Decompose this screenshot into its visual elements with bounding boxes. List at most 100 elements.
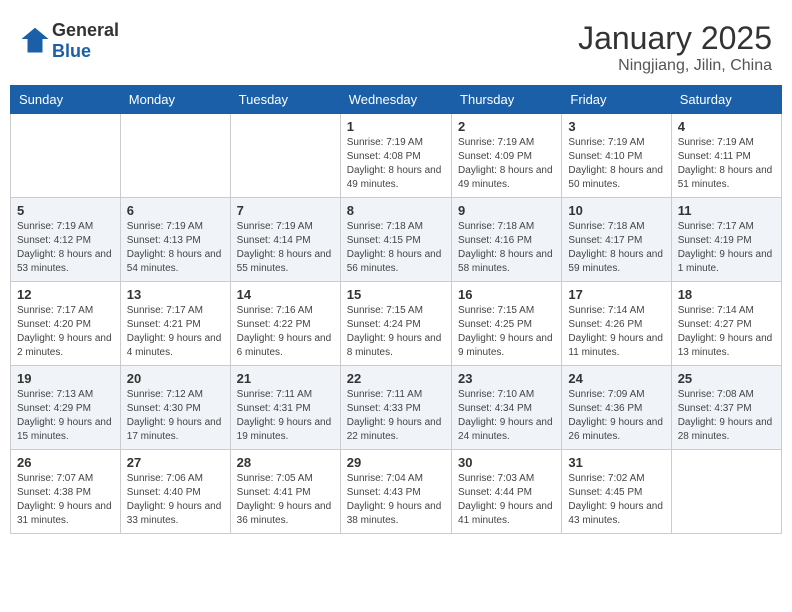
day-info: Sunrise: 7:17 AMSunset: 4:20 PMDaylight:… (17, 304, 114, 360)
header-tuesday: Tuesday (230, 86, 340, 114)
day-info: Sunrise: 7:03 AMSunset: 4:44 PMDaylight:… (458, 472, 555, 528)
week-row-1: 5 Sunrise: 7:19 AMSunset: 4:12 PMDaylight… (11, 198, 782, 282)
week-row-4: 26 Sunrise: 7:07 AMSunset: 4:38 PMDayligh… (11, 450, 782, 534)
day-number: 8 (347, 203, 445, 218)
day-info: Sunrise: 7:19 AMSunset: 4:12 PMDaylight:… (17, 220, 114, 276)
header-wednesday: Wednesday (340, 86, 451, 114)
day-number: 27 (127, 455, 224, 470)
day-cell: 29Sunrise: 7:04 AMSunset: 4:43 PMDayligh… (340, 450, 451, 534)
day-number: 20 (127, 371, 224, 386)
day-number: 16 (458, 287, 555, 302)
day-number: 14 (237, 287, 334, 302)
day-number: 2 (458, 119, 555, 134)
day-number: 12 (17, 287, 114, 302)
day-cell (120, 114, 230, 198)
day-cell: 30 Sunrise: 7:03 AMSunset: 4:44 PMDayligh… (452, 450, 562, 534)
day-info: Sunrise: 7:18 AMSunset: 4:17 PMDaylight:… (568, 220, 664, 276)
day-info: Sunrise: 7:09 AMSunset: 4:36 PMDaylight:… (568, 388, 664, 444)
day-info: Sunrise: 7:19 AMSunset: 4:08 PMDaylight:… (347, 136, 445, 192)
week-row-0: 1Sunrise: 7:19 AMSunset: 4:08 PMDaylight… (11, 114, 782, 198)
logo-icon (20, 24, 50, 54)
day-number: 4 (678, 119, 775, 134)
day-cell (230, 114, 340, 198)
day-info: Sunrise: 7:06 AMSunset: 4:40 PMDaylight:… (127, 472, 224, 528)
day-number: 3 (568, 119, 664, 134)
day-info: Sunrise: 7:04 AMSunset: 4:43 PMDaylight:… (347, 472, 445, 528)
day-cell: 16 Sunrise: 7:15 AMSunset: 4:25 PMDayligh… (452, 282, 562, 366)
day-info: Sunrise: 7:08 AMSunset: 4:37 PMDaylight:… (678, 388, 775, 444)
title-section: January 2025 Ningjiang, Jilin, China (578, 20, 772, 75)
logo: General Blue (20, 20, 119, 62)
day-cell: 20 Sunrise: 7:12 AMSunset: 4:30 PMDayligh… (120, 366, 230, 450)
day-info: Sunrise: 7:14 AMSunset: 4:26 PMDaylight:… (568, 304, 664, 360)
day-number: 5 (17, 203, 114, 218)
day-number: 10 (568, 203, 664, 218)
day-info: Sunrise: 7:05 AMSunset: 4:41 PMDaylight:… (237, 472, 334, 528)
day-cell: 31 Sunrise: 7:02 AMSunset: 4:45 PMDayligh… (562, 450, 671, 534)
day-info: Sunrise: 7:19 AMSunset: 4:10 PMDaylight:… (568, 136, 664, 192)
logo-text: General Blue (52, 20, 119, 62)
day-info: Sunrise: 7:17 AMSunset: 4:19 PMDaylight:… (678, 220, 775, 276)
day-number: 30 (458, 455, 555, 470)
location-title: Ningjiang, Jilin, China (578, 57, 772, 75)
day-number: 17 (568, 287, 664, 302)
day-cell: 25 Sunrise: 7:08 AMSunset: 4:37 PMDayligh… (671, 366, 781, 450)
day-cell: 4 Sunrise: 7:19 AMSunset: 4:11 PMDaylight… (671, 114, 781, 198)
day-number: 7 (237, 203, 334, 218)
day-cell: 26 Sunrise: 7:07 AMSunset: 4:38 PMDayligh… (11, 450, 121, 534)
day-number: 25 (678, 371, 775, 386)
day-cell: 28 Sunrise: 7:05 AMSunset: 4:41 PMDayligh… (230, 450, 340, 534)
day-info: Sunrise: 7:02 AMSunset: 4:45 PMDaylight:… (568, 472, 664, 528)
day-cell (671, 450, 781, 534)
day-cell (11, 114, 121, 198)
day-number: 6 (127, 203, 224, 218)
header-monday: Monday (120, 86, 230, 114)
day-info: Sunrise: 7:11 AMSunset: 4:31 PMDaylight:… (237, 388, 334, 444)
day-number: 13 (127, 287, 224, 302)
day-info: Sunrise: 7:19 AMSunset: 4:09 PMDaylight:… (458, 136, 555, 192)
day-cell: 8 Sunrise: 7:18 AMSunset: 4:15 PMDaylight… (340, 198, 451, 282)
day-cell: 15 Sunrise: 7:15 AMSunset: 4:24 PMDayligh… (340, 282, 451, 366)
calendar-table: SundayMondayTuesdayWednesdayThursdayFrid… (10, 85, 782, 534)
logo-general: General (52, 20, 119, 40)
day-cell: 5 Sunrise: 7:19 AMSunset: 4:12 PMDaylight… (11, 198, 121, 282)
week-row-3: 19Sunrise: 7:13 AMSunset: 4:29 PMDayligh… (11, 366, 782, 450)
day-cell: 7 Sunrise: 7:19 AMSunset: 4:14 PMDaylight… (230, 198, 340, 282)
day-cell: 10 Sunrise: 7:18 AMSunset: 4:17 PMDayligh… (562, 198, 671, 282)
day-cell: 23Sunrise: 7:10 AMSunset: 4:34 PMDayligh… (452, 366, 562, 450)
day-number: 23 (458, 371, 555, 386)
day-info: Sunrise: 7:19 AMSunset: 4:14 PMDaylight:… (237, 220, 334, 276)
header-thursday: Thursday (452, 86, 562, 114)
day-cell: 22Sunrise: 7:11 AMSunset: 4:33 PMDayligh… (340, 366, 451, 450)
day-number: 19 (17, 371, 114, 386)
day-info: Sunrise: 7:18 AMSunset: 4:15 PMDaylight:… (347, 220, 445, 276)
day-number: 26 (17, 455, 114, 470)
day-number: 18 (678, 287, 775, 302)
day-number: 31 (568, 455, 664, 470)
days-header-row: SundayMondayTuesdayWednesdayThursdayFrid… (11, 86, 782, 114)
day-cell: 11Sunrise: 7:17 AMSunset: 4:19 PMDayligh… (671, 198, 781, 282)
day-number: 9 (458, 203, 555, 218)
logo-blue: Blue (52, 41, 91, 61)
day-cell: 12 Sunrise: 7:17 AMSunset: 4:20 PMDayligh… (11, 282, 121, 366)
day-cell: 17 Sunrise: 7:14 AMSunset: 4:26 PMDayligh… (562, 282, 671, 366)
day-info: Sunrise: 7:14 AMSunset: 4:27 PMDaylight:… (678, 304, 775, 360)
day-info: Sunrise: 7:15 AMSunset: 4:24 PMDaylight:… (347, 304, 445, 360)
month-title: January 2025 (578, 20, 772, 57)
header: General Blue January 2025 Ningjiang, Jil… (10, 10, 782, 80)
week-row-2: 12 Sunrise: 7:17 AMSunset: 4:20 PMDayligh… (11, 282, 782, 366)
header-friday: Friday (562, 86, 671, 114)
day-info: Sunrise: 7:19 AMSunset: 4:13 PMDaylight:… (127, 220, 224, 276)
day-number: 28 (237, 455, 334, 470)
day-info: Sunrise: 7:18 AMSunset: 4:16 PMDaylight:… (458, 220, 555, 276)
header-saturday: Saturday (671, 86, 781, 114)
day-info: Sunrise: 7:07 AMSunset: 4:38 PMDaylight:… (17, 472, 114, 528)
day-info: Sunrise: 7:19 AMSunset: 4:11 PMDaylight:… (678, 136, 775, 192)
day-info: Sunrise: 7:15 AMSunset: 4:25 PMDaylight:… (458, 304, 555, 360)
day-info: Sunrise: 7:12 AMSunset: 4:30 PMDaylight:… (127, 388, 224, 444)
day-cell: 14Sunrise: 7:16 AMSunset: 4:22 PMDayligh… (230, 282, 340, 366)
day-number: 15 (347, 287, 445, 302)
day-cell: 6 Sunrise: 7:19 AMSunset: 4:13 PMDaylight… (120, 198, 230, 282)
day-cell: 2 Sunrise: 7:19 AMSunset: 4:09 PMDaylight… (452, 114, 562, 198)
day-cell: 24Sunrise: 7:09 AMSunset: 4:36 PMDayligh… (562, 366, 671, 450)
